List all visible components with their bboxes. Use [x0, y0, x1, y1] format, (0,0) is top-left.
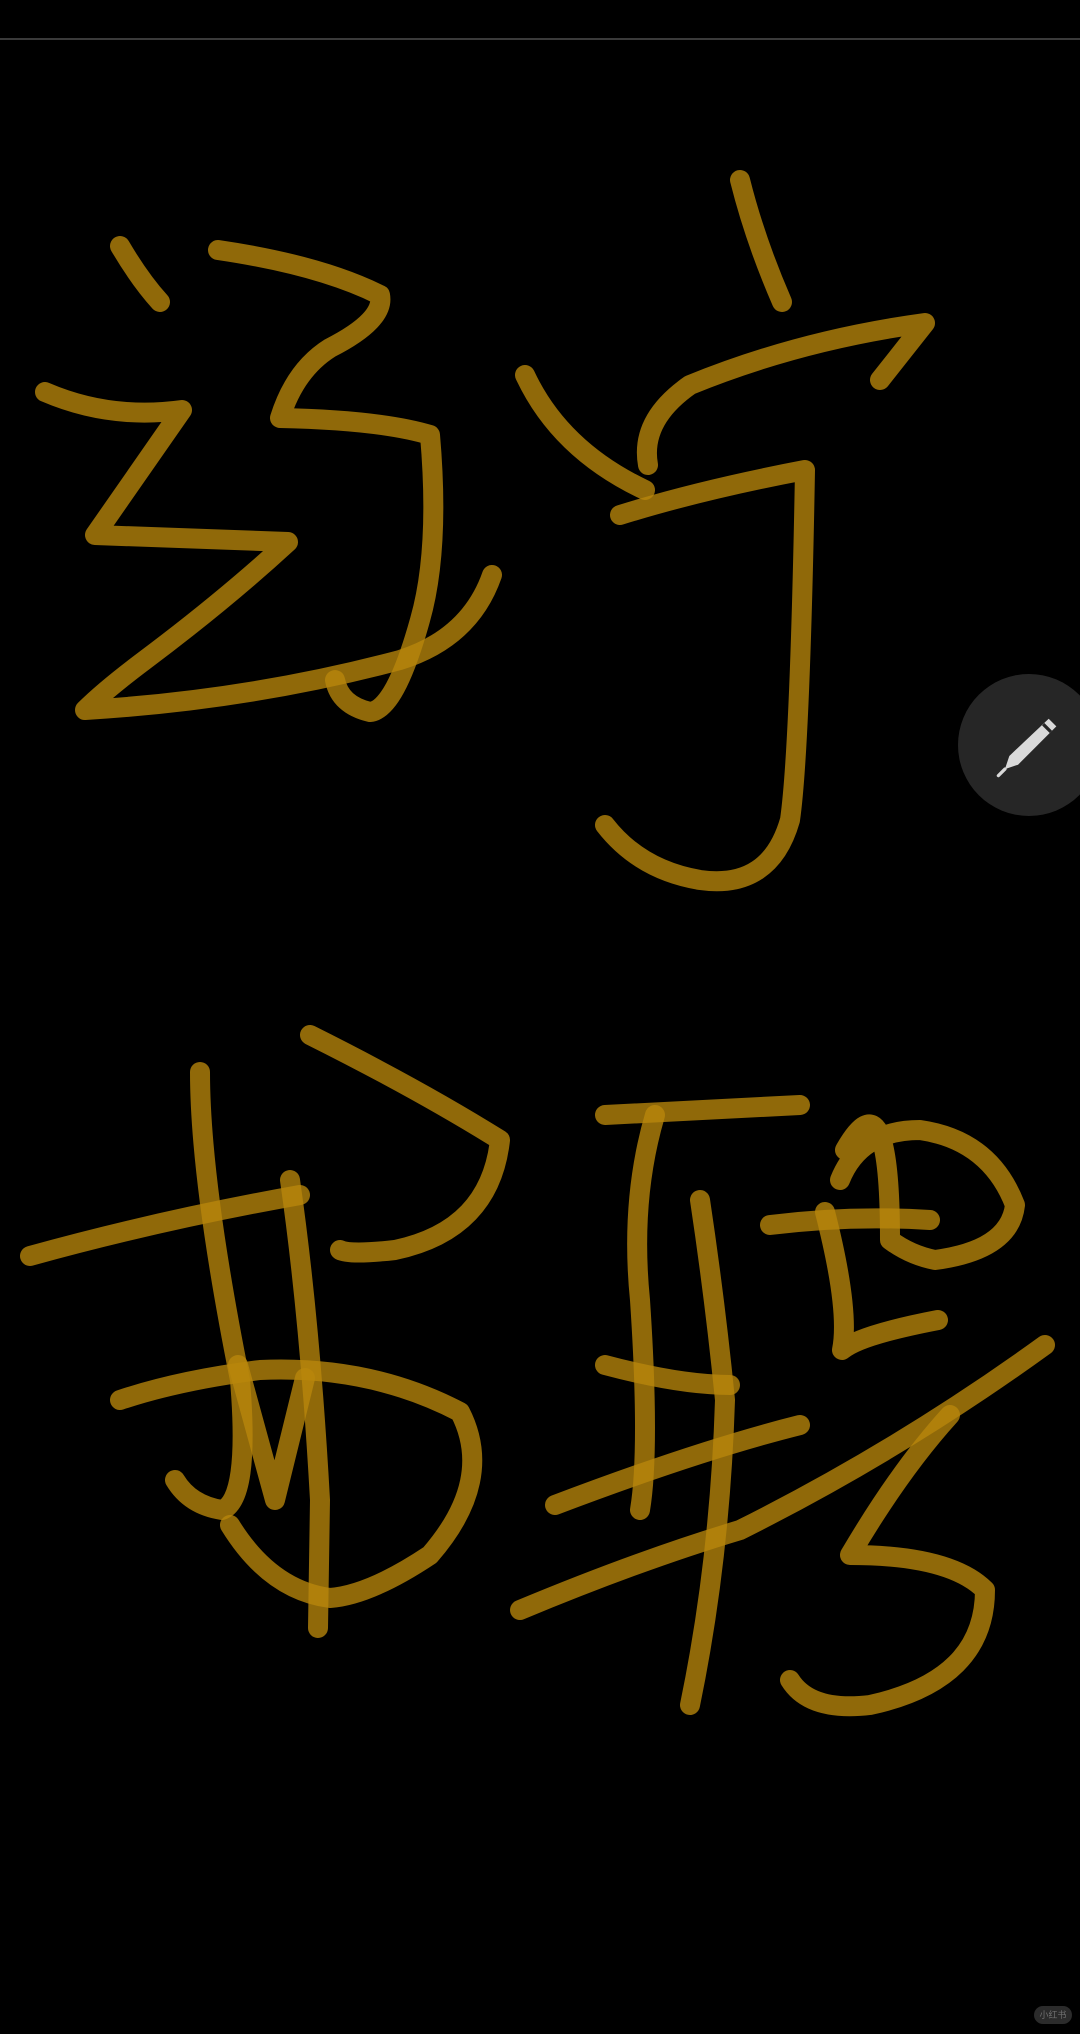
pencil-icon	[996, 718, 1057, 778]
watermark-badge: 小红书	[1034, 2006, 1072, 2024]
ink-stroke	[760, 1208, 940, 1235]
ink-stroke	[595, 1095, 810, 1125]
ink-stroke	[545, 1415, 810, 1515]
ink-stroke	[110, 236, 170, 312]
ink-stroke	[20, 1185, 310, 1266]
ink-stroke	[165, 1062, 253, 1520]
handwriting-layer	[20, 170, 1055, 1717]
ink-stroke	[595, 460, 815, 892]
ink-stroke	[595, 1355, 740, 1395]
ink-stroke	[208, 240, 444, 722]
ink-stroke	[300, 1025, 510, 1263]
ink-stroke	[830, 1114, 1025, 1270]
ink-stroke	[730, 170, 792, 312]
drawing-canvas[interactable]	[0, 40, 1080, 2034]
watermark-label: 小红书	[1039, 2010, 1067, 2020]
ink-stroke	[515, 365, 655, 500]
ink-stroke	[627, 1105, 665, 1520]
ink-stroke	[637, 313, 935, 475]
